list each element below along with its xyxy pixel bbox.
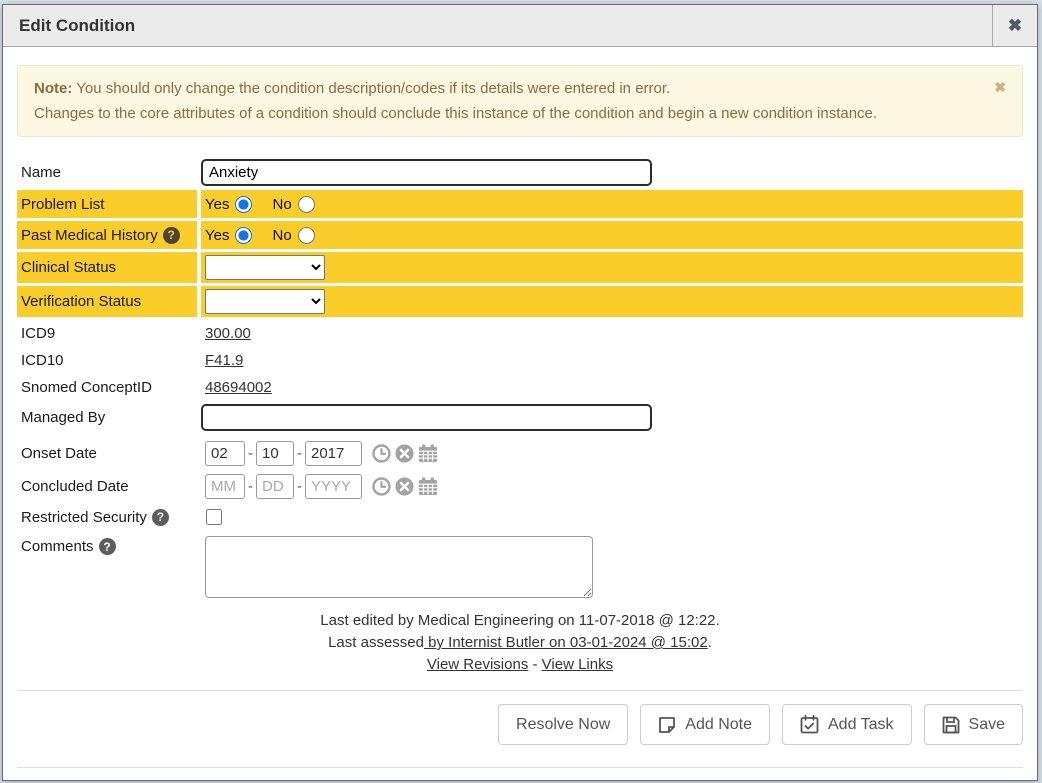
last-assessed-text: Last assessed by Internist Butler on 03-… bbox=[17, 632, 1023, 654]
row-icd10: ICD10 F41.9 bbox=[17, 348, 1023, 372]
comments-label: Comments bbox=[21, 538, 94, 555]
verification-status-label: Verification Status bbox=[17, 286, 197, 317]
concluded-date-label: Concluded Date bbox=[17, 471, 197, 501]
audit-info: Last edited by Medical Engineering on 11… bbox=[17, 610, 1023, 676]
note-icon bbox=[658, 716, 676, 734]
verification-status-select[interactable] bbox=[205, 289, 325, 314]
concluded-day-input[interactable] bbox=[256, 474, 294, 499]
save-button[interactable]: Save bbox=[924, 704, 1023, 745]
icd9-code-link[interactable]: 300.00 bbox=[205, 325, 251, 342]
row-problem-list: Problem List Yes No bbox=[17, 190, 1023, 218]
managed-by-input[interactable] bbox=[201, 404, 652, 431]
row-verification-status: Verification Status bbox=[17, 286, 1023, 317]
comments-textarea[interactable] bbox=[205, 536, 593, 598]
dialog-title: Edit Condition bbox=[3, 16, 992, 36]
restricted-security-label: Restricted Security bbox=[21, 509, 147, 526]
pmh-yes-label: Yes bbox=[205, 227, 229, 244]
snomed-code-link[interactable]: 48694002 bbox=[205, 379, 272, 396]
problem-list-label: Problem List bbox=[17, 190, 197, 218]
date-separator: - bbox=[297, 445, 302, 462]
last-assessed-link[interactable]: by Internist Butler on 03-01-2024 @ 15:0… bbox=[424, 634, 708, 651]
name-label: Name bbox=[17, 157, 197, 187]
onset-month-input[interactable] bbox=[205, 441, 245, 466]
add-task-button[interactable]: Add Task bbox=[782, 704, 912, 745]
problem-list-yes-radio[interactable] bbox=[235, 196, 252, 213]
onset-day-input[interactable] bbox=[256, 441, 294, 466]
edit-condition-dialog: Edit Condition ✖ Note: You should only c… bbox=[2, 4, 1038, 781]
calendar-icon[interactable] bbox=[418, 477, 438, 496]
onset-year-input[interactable] bbox=[305, 441, 362, 466]
concluded-month-input[interactable] bbox=[205, 474, 245, 499]
clock-icon[interactable] bbox=[372, 477, 391, 496]
problem-list-no-radio[interactable] bbox=[298, 196, 315, 213]
pmh-no-label: No bbox=[272, 227, 291, 244]
row-icd9: ICD9 300.00 bbox=[17, 321, 1023, 345]
icd10-code-link[interactable]: F41.9 bbox=[205, 352, 243, 369]
row-comments: Comments ? bbox=[17, 536, 1023, 598]
note-line2: Changes to the core attributes of a cond… bbox=[34, 101, 1006, 126]
last-edited-text: Last edited by Medical Engineering on 11… bbox=[17, 610, 1023, 632]
warning-note: Note: You should only change the conditi… bbox=[17, 65, 1023, 137]
condition-form: Name Problem List Yes No Past Medical Hi… bbox=[17, 157, 1023, 676]
footer-padding bbox=[3, 768, 1037, 780]
add-note-button[interactable]: Add Note bbox=[640, 704, 770, 745]
row-managed-by: Managed By bbox=[17, 402, 1023, 432]
view-revisions-link[interactable]: View Revisions bbox=[427, 656, 528, 673]
restricted-security-checkbox[interactable] bbox=[206, 509, 222, 525]
clinical-status-label: Clinical Status bbox=[17, 252, 197, 283]
row-snomed: Snomed ConceptID 48694002 bbox=[17, 375, 1023, 399]
row-restricted-security: Restricted Security ? bbox=[17, 504, 1023, 530]
dialog-header: Edit Condition ✖ bbox=[3, 5, 1037, 47]
note-dismiss-icon[interactable]: ✖ bbox=[994, 80, 1006, 94]
concluded-year-input[interactable] bbox=[305, 474, 362, 499]
action-button-bar: Resolve Now Add Note Add Task Save bbox=[17, 704, 1023, 745]
icd10-label: ICD10 bbox=[17, 348, 197, 372]
row-onset-date: Onset Date - - bbox=[17, 438, 1023, 468]
name-input[interactable] bbox=[201, 159, 652, 186]
clear-date-icon[interactable] bbox=[395, 444, 414, 463]
add-task-label: Add Task bbox=[828, 716, 894, 734]
past-medical-history-label: Past Medical History bbox=[21, 227, 158, 244]
add-note-label: Add Note bbox=[685, 716, 752, 734]
icd9-label: ICD9 bbox=[17, 321, 197, 345]
save-icon bbox=[942, 716, 960, 734]
managed-by-label: Managed By bbox=[17, 402, 197, 432]
divider bbox=[17, 690, 1023, 691]
save-label: Save bbox=[969, 716, 1005, 734]
clinical-status-select[interactable] bbox=[205, 255, 325, 280]
close-icon[interactable]: ✖ bbox=[992, 5, 1037, 46]
pmh-no-radio[interactable] bbox=[298, 227, 315, 244]
row-name: Name bbox=[17, 157, 1023, 187]
clock-icon[interactable] bbox=[372, 444, 391, 463]
date-separator: - bbox=[248, 478, 253, 495]
note-line1: Note: You should only change the conditi… bbox=[34, 76, 1006, 101]
help-icon[interactable]: ? bbox=[163, 227, 180, 244]
clear-date-icon[interactable] bbox=[395, 477, 414, 496]
task-calendar-icon bbox=[800, 715, 819, 734]
note-prefix: Note: bbox=[34, 80, 72, 97]
date-separator: - bbox=[297, 478, 302, 495]
onset-date-label: Onset Date bbox=[17, 438, 197, 468]
resolve-now-label: Resolve Now bbox=[516, 716, 610, 734]
date-separator: - bbox=[248, 445, 253, 462]
view-links-line: View Revisions - View Links bbox=[17, 654, 1023, 676]
help-icon[interactable]: ? bbox=[152, 509, 169, 526]
row-concluded-date: Concluded Date - - bbox=[17, 471, 1023, 501]
problem-list-yes-label: Yes bbox=[205, 196, 229, 213]
problem-list-no-label: No bbox=[272, 196, 291, 213]
snomed-label: Snomed ConceptID bbox=[17, 375, 197, 399]
view-links-link[interactable]: View Links bbox=[542, 656, 613, 673]
calendar-icon[interactable] bbox=[418, 444, 438, 463]
help-icon[interactable]: ? bbox=[99, 538, 116, 555]
row-past-medical-history: Past Medical History ? Yes No bbox=[17, 221, 1023, 249]
resolve-now-button[interactable]: Resolve Now bbox=[498, 704, 628, 745]
row-clinical-status: Clinical Status bbox=[17, 252, 1023, 283]
pmh-yes-radio[interactable] bbox=[235, 227, 252, 244]
